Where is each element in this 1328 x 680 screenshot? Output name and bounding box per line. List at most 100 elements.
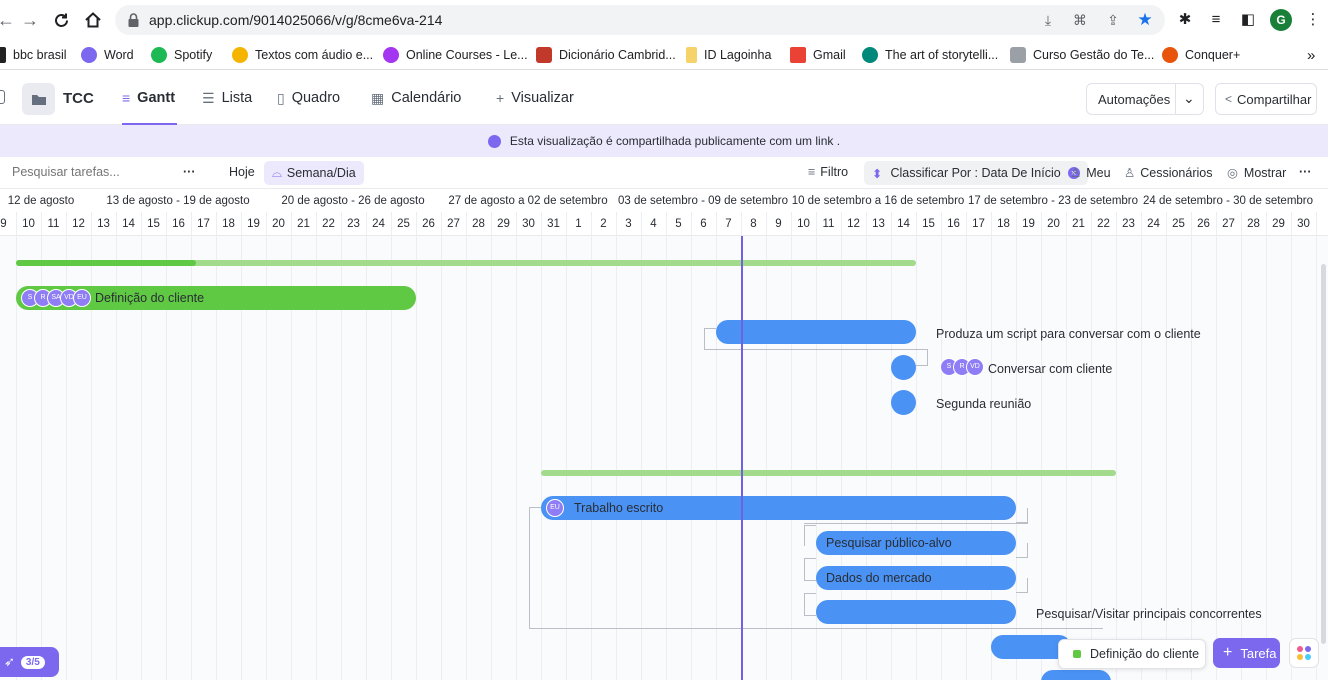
bookmark-lagoinha[interactable]: ID Lagoinha bbox=[686, 47, 771, 63]
bookmark-spotify[interactable]: Spotify bbox=[151, 47, 212, 63]
dependency-line bbox=[529, 507, 541, 629]
day-label: 21 bbox=[1072, 218, 1085, 230]
scale-selector[interactable]: ⌓ Semana/Dia bbox=[264, 161, 364, 185]
forward-icon[interactable]: → bbox=[18, 8, 42, 32]
install-icon[interactable]: ⤓ bbox=[1040, 12, 1056, 28]
bookmark-storytelling[interactable]: The art of storytelli... bbox=[862, 47, 998, 63]
task-milestone-conversar[interactable] bbox=[891, 355, 916, 380]
share-button[interactable]: < Compartilhar bbox=[1215, 83, 1317, 115]
person-icon: ♙ bbox=[1070, 166, 1082, 180]
task-bar-partial[interactable] bbox=[1041, 670, 1111, 680]
day-label: 21 bbox=[297, 218, 310, 230]
calendar-icon: ▦ bbox=[371, 89, 385, 106]
add-view-button[interactable]: + Visualizar bbox=[496, 71, 574, 125]
side-panel-icon[interactable]: ◧ bbox=[1238, 10, 1258, 30]
day-gridline bbox=[416, 236, 417, 680]
bookmark-curso[interactable]: Curso Gestão do Te... bbox=[1010, 47, 1154, 63]
day-label: 1 bbox=[575, 218, 582, 230]
day-label: 10 bbox=[22, 218, 35, 230]
task-bar-definicao-cliente[interactable]: S R SA VD EU Definição do cliente bbox=[16, 286, 416, 310]
status-square-icon bbox=[1073, 650, 1081, 658]
more-options-button[interactable]: ··· bbox=[1299, 165, 1312, 179]
bookmark-textos[interactable]: Textos com áudio e... bbox=[232, 47, 373, 63]
today-marker bbox=[741, 236, 743, 680]
show-button[interactable]: ◎ Mostrar bbox=[1227, 165, 1286, 181]
more-bookmarks-icon[interactable]: » bbox=[1307, 47, 1315, 64]
bookmark-gmail[interactable]: Gmail bbox=[790, 47, 846, 63]
task-bar-concorrentes[interactable] bbox=[816, 600, 1016, 624]
home-icon[interactable] bbox=[81, 8, 105, 32]
tab-lista[interactable]: ☰ Lista bbox=[202, 71, 252, 125]
day-gridline bbox=[566, 236, 567, 680]
week-label: 24 de setembro - 30 de setembro bbox=[1142, 195, 1314, 207]
day-label: 17 bbox=[972, 218, 985, 230]
avatar: VD bbox=[966, 358, 984, 376]
bookmark-online-courses[interactable]: Online Courses - Le... bbox=[383, 47, 528, 63]
dependency-line bbox=[704, 328, 716, 350]
media-control-icon[interactable]: ≡ bbox=[1206, 10, 1226, 30]
board-icon: ▯ bbox=[277, 89, 285, 106]
task-milestone-segunda-reuniao[interactable] bbox=[891, 390, 916, 415]
extensions-icon[interactable]: ✱ bbox=[1175, 10, 1195, 30]
site-info-icon[interactable] bbox=[127, 12, 140, 28]
day-label: 16 bbox=[172, 218, 185, 230]
people-icon: ♙ bbox=[1124, 166, 1136, 180]
profile-avatar[interactable]: G bbox=[1270, 9, 1292, 31]
bookmark-star-icon[interactable]: ★ bbox=[1137, 11, 1153, 28]
today-button[interactable]: Hoje bbox=[229, 165, 255, 179]
bookmark-word[interactable]: Word bbox=[81, 47, 134, 63]
day-label: 26 bbox=[1197, 218, 1210, 230]
sort-button[interactable]: ⬍ Classificar Por : Data De Início × bbox=[864, 161, 1088, 185]
day-gridline bbox=[1016, 236, 1017, 680]
task-peek-chip[interactable]: Definição do cliente bbox=[1058, 639, 1206, 669]
bookmark-bbc[interactable]: bbc brasil bbox=[0, 47, 67, 63]
folder-icon[interactable] bbox=[22, 83, 55, 115]
new-task-button[interactable]: + Tarefa bbox=[1213, 638, 1280, 668]
me-filter-button[interactable]: ♙ Meu bbox=[1070, 165, 1111, 181]
scale-icon: ⌓ bbox=[272, 165, 282, 180]
filter-button[interactable]: ≡ Filtro bbox=[808, 165, 848, 179]
assignees-button[interactable]: ♙ Cessionários bbox=[1124, 165, 1212, 181]
space-title[interactable]: TCC bbox=[63, 71, 94, 125]
day-label: 17 bbox=[197, 218, 210, 230]
tab-quadro[interactable]: ▯ Quadro bbox=[277, 71, 340, 125]
tab-gantt[interactable]: ≡ Gantt bbox=[122, 71, 177, 125]
tab-calendario[interactable]: ▦ Calendário bbox=[371, 71, 461, 125]
task-name: Dados do mercado bbox=[826, 571, 932, 585]
day-gridline bbox=[1266, 236, 1267, 680]
day-gridline bbox=[766, 236, 767, 680]
day-label: 12 bbox=[847, 218, 860, 230]
translate-icon[interactable]: ⌘ bbox=[1072, 12, 1088, 28]
search-options-button[interactable]: ··· bbox=[183, 165, 196, 179]
day-label: 22 bbox=[322, 218, 335, 230]
bookmark-conquer[interactable]: Conquer+ bbox=[1162, 47, 1240, 63]
dependency-line bbox=[804, 593, 816, 616]
task-name: Conversar com cliente bbox=[988, 362, 1113, 376]
back-icon[interactable]: ← bbox=[0, 8, 18, 32]
day-gridline bbox=[441, 236, 442, 680]
sidebar-toggle-icon[interactable] bbox=[0, 90, 5, 104]
gmail-icon bbox=[790, 47, 806, 63]
day-label: 8 bbox=[750, 218, 757, 230]
share-page-icon[interactable]: ⇪ bbox=[1105, 12, 1121, 28]
task-bar-produza-script[interactable] bbox=[716, 320, 916, 344]
bbc-icon bbox=[0, 47, 6, 63]
browser-menu-icon[interactable]: ⋮ bbox=[1303, 10, 1323, 30]
automations-button[interactable]: Automações ⌄ bbox=[1086, 83, 1204, 115]
address-bar[interactable]: app.clickup.com/9014025066/v/g/8cme6va-2… bbox=[115, 5, 1165, 35]
bookmark-cambridge[interactable]: Dicionário Cambrid... bbox=[536, 47, 676, 63]
reload-icon[interactable] bbox=[49, 8, 73, 32]
onboarding-button[interactable]: ➶ 3/5 bbox=[0, 647, 59, 677]
day-label: 15 bbox=[922, 218, 935, 230]
task-bar-trabalho-escrito[interactable]: EU Trabalho escrito bbox=[541, 496, 1016, 520]
group-progress-bar[interactable] bbox=[16, 260, 916, 266]
group-progress-bar[interactable] bbox=[541, 470, 1116, 476]
task-bar-dados-mercado[interactable]: Dados do mercado bbox=[816, 566, 1016, 590]
apps-button[interactable] bbox=[1289, 638, 1319, 668]
vertical-scrollbar[interactable] bbox=[1321, 264, 1326, 644]
day-gridline bbox=[491, 236, 492, 680]
task-bar-publico-alvo[interactable]: Pesquisar público-alvo bbox=[816, 531, 1016, 555]
search-input[interactable] bbox=[12, 165, 172, 179]
week-label: 17 de setembro - 23 de setembro bbox=[967, 195, 1139, 207]
chevron-down-icon[interactable]: ⌄ bbox=[1183, 90, 1195, 107]
